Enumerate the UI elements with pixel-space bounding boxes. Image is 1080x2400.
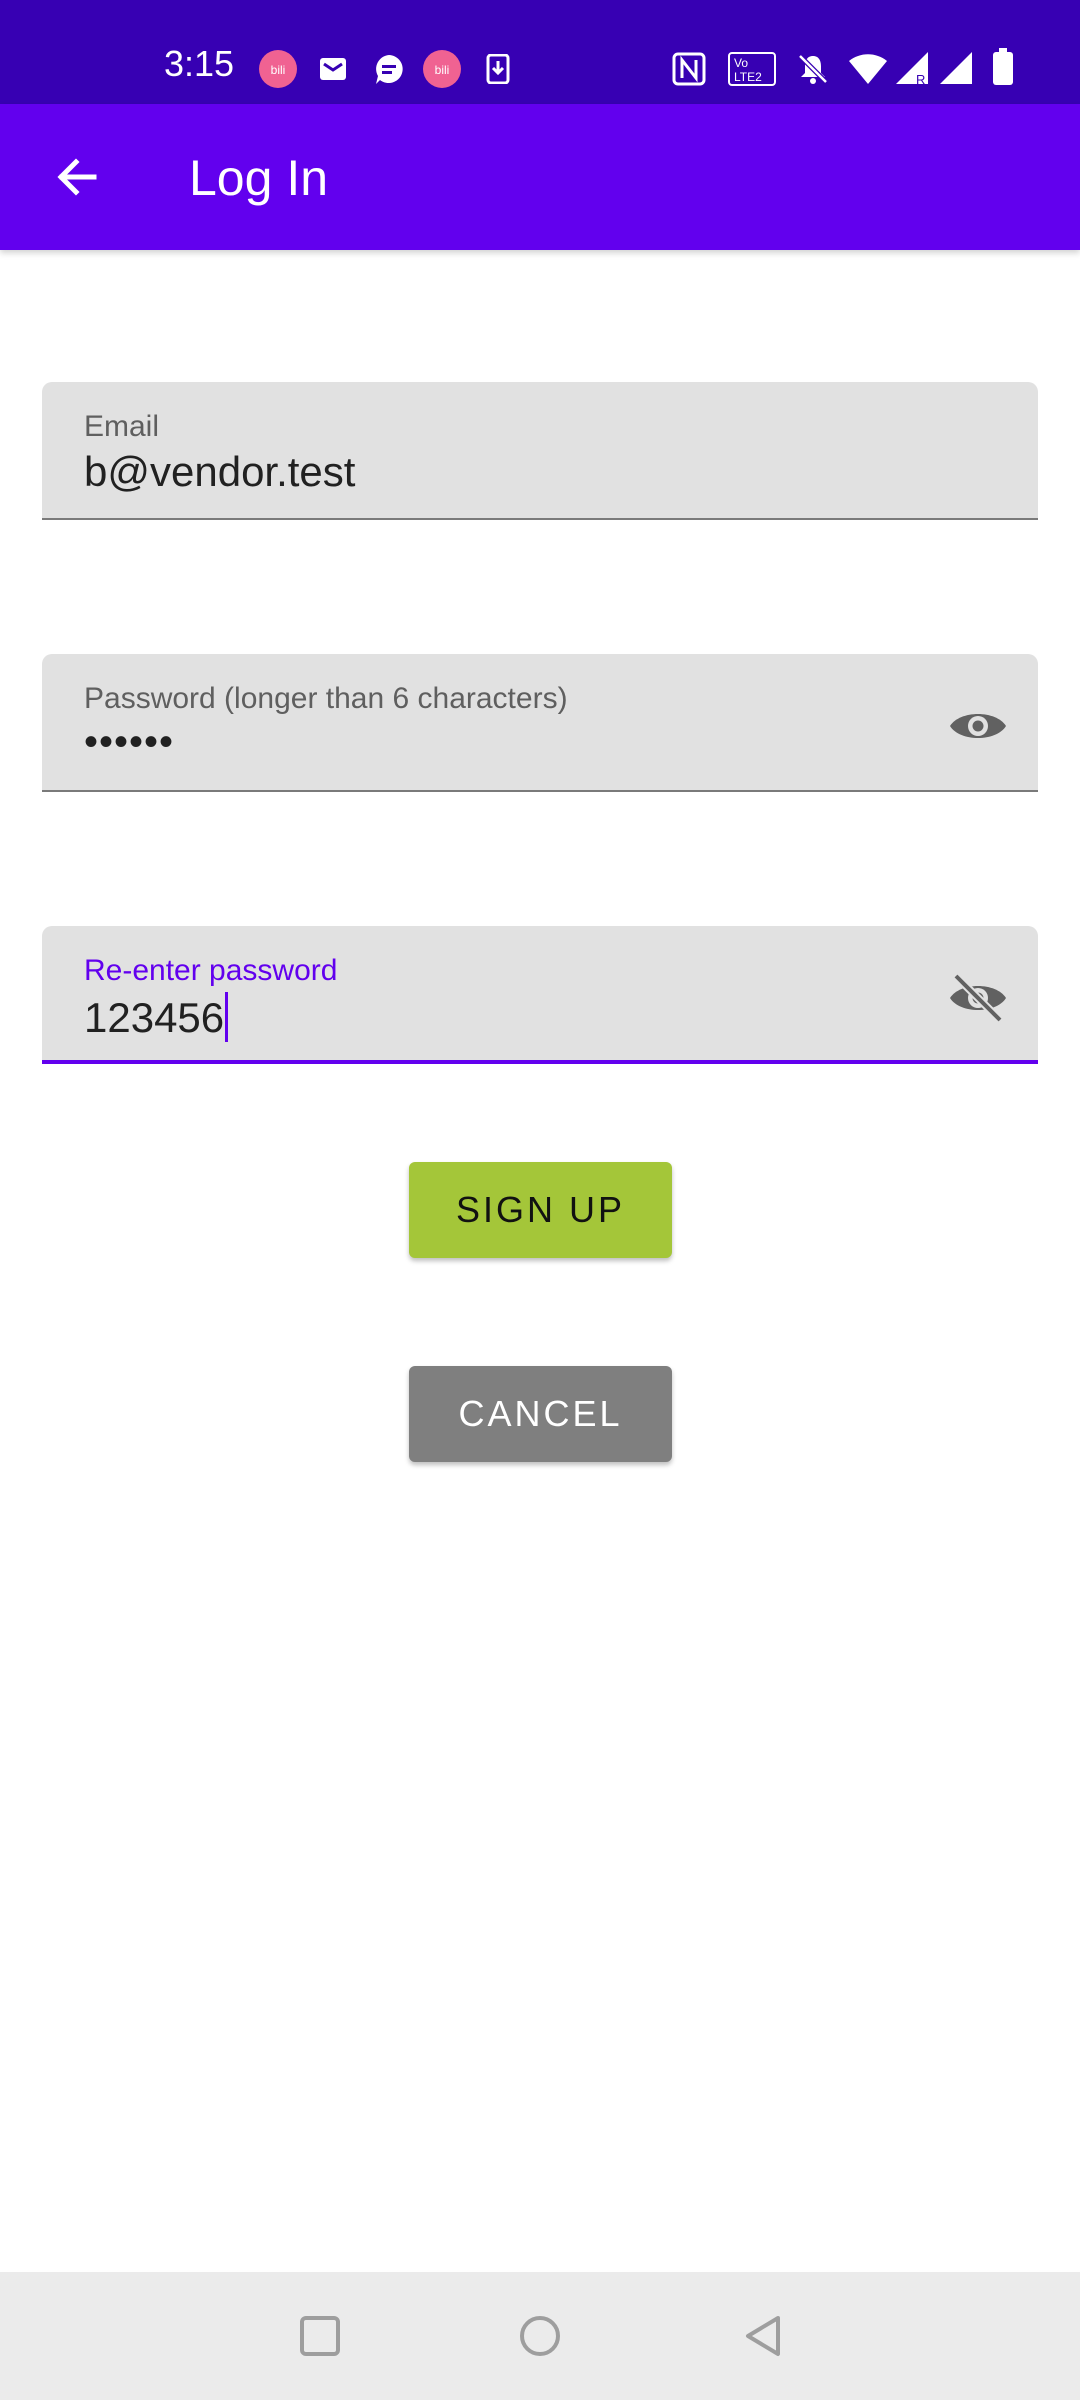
password-value[interactable]: •••••• bbox=[84, 718, 174, 766]
email-label: Email bbox=[84, 410, 160, 443]
back-button[interactable] bbox=[36, 137, 116, 217]
password-visibility-toggle[interactable] bbox=[948, 696, 1008, 756]
arrow-back-icon bbox=[36, 153, 116, 201]
reenter-password-value: 123456 bbox=[84, 994, 225, 1041]
eye-off-icon bbox=[948, 968, 1008, 1028]
recents-button[interactable] bbox=[290, 2306, 350, 2366]
reenter-password-visibility-toggle[interactable] bbox=[948, 968, 1008, 1028]
mute-icon bbox=[796, 52, 830, 86]
email-value[interactable]: b@vendor.test bbox=[84, 448, 355, 496]
reenter-password-input[interactable]: 123456 bbox=[84, 992, 229, 1042]
battery-icon bbox=[992, 48, 1014, 86]
wifi-icon bbox=[848, 52, 888, 86]
page-title: Log In bbox=[189, 150, 329, 206]
sign-up-button[interactable]: SIGN UP bbox=[409, 1162, 672, 1258]
recents-icon bbox=[290, 2306, 350, 2366]
bubble-app-icon: bili bbox=[422, 49, 462, 89]
volte-icon: Vo LTE2 bbox=[728, 52, 776, 86]
back-nav-button[interactable] bbox=[734, 2306, 794, 2366]
text-cursor bbox=[225, 992, 229, 1042]
navigation-bar bbox=[0, 2272, 1080, 2400]
svg-text:LTE2: LTE2 bbox=[734, 70, 762, 84]
svg-text:R: R bbox=[916, 72, 925, 86]
mail-icon bbox=[318, 54, 348, 84]
chat-icon bbox=[372, 52, 406, 86]
download-icon bbox=[486, 54, 510, 84]
back-icon bbox=[734, 2306, 794, 2366]
email-field[interactable]: Email b@vendor.test bbox=[42, 382, 1038, 520]
app-bar: Log In bbox=[0, 104, 1080, 250]
reenter-password-field[interactable]: Re-enter password 123456 bbox=[42, 926, 1038, 1064]
nfc-icon bbox=[672, 52, 706, 86]
signal-icon: R bbox=[894, 50, 930, 86]
home-button[interactable] bbox=[510, 2306, 570, 2366]
status-time: 3:15 bbox=[164, 43, 235, 84]
password-label: Password (longer than 6 characters) bbox=[84, 682, 568, 715]
svg-text:bili: bili bbox=[435, 63, 450, 77]
cancel-button[interactable]: CANCEL bbox=[409, 1366, 672, 1462]
bubble-app-icon: bili bbox=[258, 49, 298, 89]
home-icon bbox=[510, 2306, 570, 2366]
reenter-password-label: Re-enter password bbox=[84, 954, 338, 987]
svg-text:bili: bili bbox=[271, 63, 286, 77]
svg-text:Vo: Vo bbox=[734, 56, 748, 70]
signal-icon bbox=[938, 50, 974, 86]
eye-icon bbox=[948, 696, 1008, 756]
password-field[interactable]: Password (longer than 6 characters) ••••… bbox=[42, 654, 1038, 792]
status-bar: 3:15 bili bili Vo LTE2 R bbox=[0, 0, 1080, 104]
